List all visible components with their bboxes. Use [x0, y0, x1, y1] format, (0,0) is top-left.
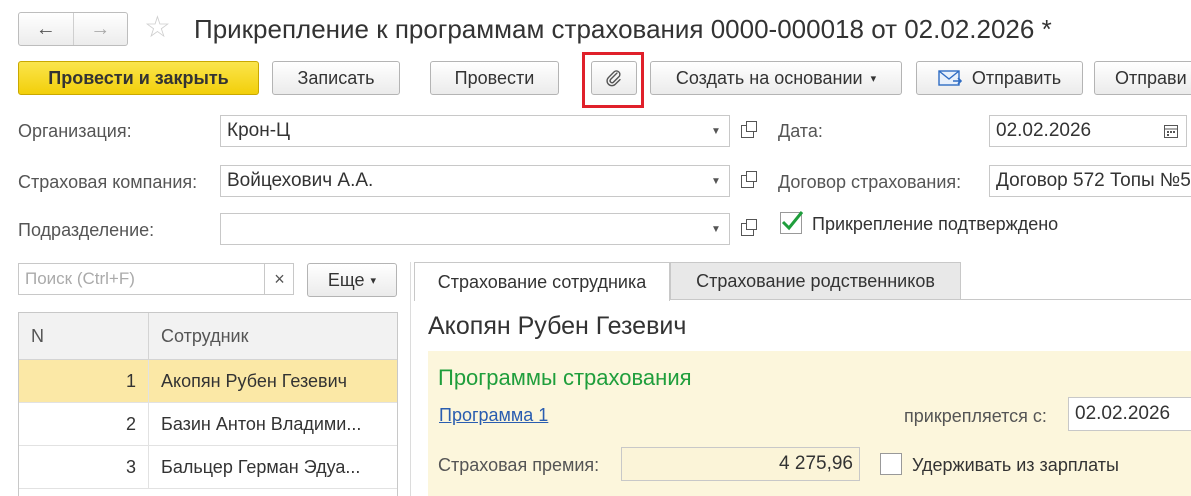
row-number: 1 — [19, 360, 149, 402]
row-employee-name: Акопян Рубен Гезевич — [149, 360, 397, 402]
post-button[interactable]: Провести — [430, 61, 559, 95]
department-label: Подразделение: — [18, 220, 155, 240]
insurer-field[interactable]: Войцехович А.А. — [220, 165, 730, 197]
more-button[interactable]: Еще ▾ — [307, 263, 397, 297]
department-dropdown-icon[interactable]: ▼ — [702, 213, 730, 245]
confirmed-checkbox[interactable] — [780, 211, 804, 234]
send-label: Отправить — [971, 67, 1062, 88]
employee-name-heading: Акопян Рубен Гезевич — [428, 312, 687, 340]
create-based-on-button[interactable]: Создать на основании ▾ — [650, 61, 902, 95]
clear-search-icon[interactable]: × — [264, 263, 294, 295]
programs-section-title: Программы страхования — [438, 365, 692, 390]
premium-label: Страховая премия: — [438, 455, 600, 475]
date-label: Дата: — [778, 121, 823, 141]
organization-label: Организация: — [18, 121, 132, 141]
organization-field[interactable]: Крон-Ц — [220, 115, 730, 147]
more-label: Еще — [327, 269, 365, 290]
table-row[interactable]: 3 Бальцер Герман Эдуа... — [19, 446, 397, 489]
chevron-down-icon: ▾ — [370, 274, 377, 287]
send-button[interactable]: Отправить — [916, 61, 1083, 95]
send-more-button[interactable]: Отправи — [1094, 61, 1191, 95]
confirmed-label: Прикрепление подтверждено — [812, 214, 1059, 234]
row-employee-name: Бальцер Герман Эдуа... — [161, 456, 361, 477]
calendar-icon[interactable] — [1156, 115, 1186, 147]
organization-open-icon[interactable] — [733, 115, 761, 147]
attach-from-date-field[interactable]: 02.02.2026 — [1068, 397, 1191, 431]
chevron-down-icon: ▾ — [870, 72, 877, 85]
row-number: 3 — [19, 446, 149, 488]
attach-from-label: прикрепляется с: — [904, 406, 1047, 426]
insurer-label: Страховая компания: — [18, 172, 198, 192]
premium-field[interactable]: 4 275,96 — [621, 447, 860, 481]
insurer-open-icon[interactable] — [733, 165, 761, 197]
row-employee-name: Базин Антон Владими... — [161, 413, 362, 434]
table-row[interactable]: 1 Акопян Рубен Гезевич — [19, 360, 397, 403]
deduct-label: Удерживать из зарплаты — [912, 455, 1119, 475]
save-button[interactable]: Записать — [272, 61, 400, 95]
program-link[interactable]: Программа 1 — [439, 405, 548, 426]
column-employee-header[interactable]: Сотрудник — [149, 313, 248, 359]
employees-table: N Сотрудник 1 Акопян Рубен Гезевич 2 Баз… — [18, 312, 398, 496]
table-header: N Сотрудник — [19, 313, 397, 360]
envelope-icon — [938, 70, 962, 86]
forward-arrow-icon[interactable]: → — [72, 13, 128, 45]
department-field[interactable] — [220, 213, 730, 245]
create-based-on-label: Создать на основании — [675, 67, 863, 88]
insurer-dropdown-icon[interactable]: ▼ — [702, 165, 730, 197]
row-number: 2 — [19, 403, 149, 445]
post-and-close-button[interactable]: Провести и закрыть — [18, 61, 259, 95]
tab-strip-line — [961, 299, 1191, 300]
table-row[interactable]: 2 Базин Антон Владими... — [19, 403, 397, 446]
checkmark-icon — [781, 211, 804, 231]
tab-employee-insurance[interactable]: Страхование сотрудника — [414, 262, 670, 301]
column-n-header[interactable]: N — [19, 313, 149, 359]
attach-highlight-frame — [582, 52, 644, 108]
favorite-star-icon[interactable]: ☆ — [144, 12, 171, 44]
contract-field[interactable]: Договор 572 Топы №5 — [989, 165, 1191, 197]
organization-dropdown-icon[interactable]: ▼ — [702, 115, 730, 147]
department-open-icon[interactable] — [733, 213, 761, 245]
back-arrow-icon[interactable]: ← — [19, 13, 73, 45]
deduct-checkbox[interactable] — [880, 453, 902, 475]
programs-panel: Программы страхования Программа 1 прикре… — [428, 351, 1191, 496]
splitter[interactable] — [410, 262, 411, 496]
page-title: Прикрепление к программам страхования 00… — [194, 14, 1052, 44]
nav-buttons: ← → — [18, 12, 128, 46]
contract-label: Договор страхования: — [778, 172, 962, 192]
search-input[interactable]: Поиск (Ctrl+F) — [18, 263, 294, 295]
tab-relatives-insurance[interactable]: Страхование родственников — [670, 262, 961, 300]
